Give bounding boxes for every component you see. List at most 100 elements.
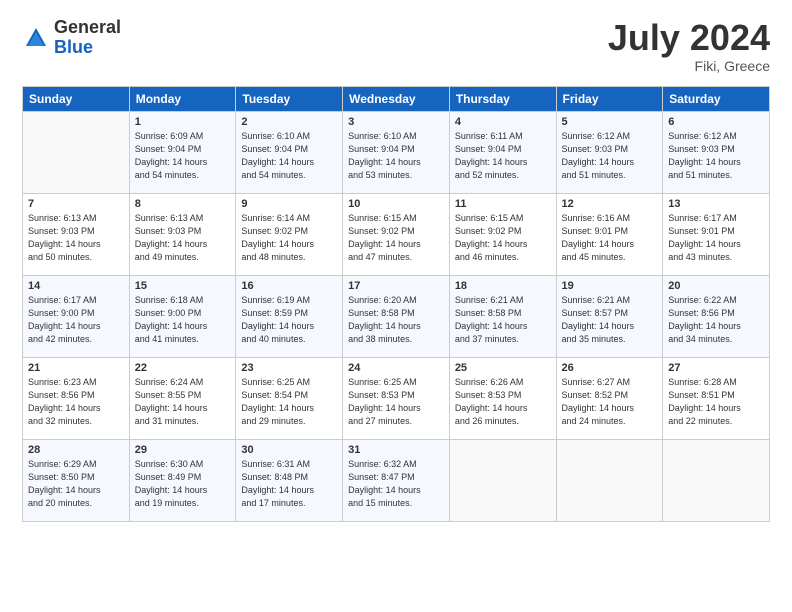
day-info: Sunrise: 6:28 AM Sunset: 8:51 PM Dayligh… (668, 376, 764, 428)
logo-general: General (54, 18, 121, 38)
day-number: 22 (135, 362, 231, 374)
day-info: Sunrise: 6:13 AM Sunset: 9:03 PM Dayligh… (28, 212, 124, 264)
day-number: 29 (135, 444, 231, 456)
day-info: Sunrise: 6:18 AM Sunset: 9:00 PM Dayligh… (135, 294, 231, 346)
day-info: Sunrise: 6:10 AM Sunset: 9:04 PM Dayligh… (241, 130, 337, 182)
day-number: 13 (668, 198, 764, 210)
day-info: Sunrise: 6:17 AM Sunset: 9:00 PM Dayligh… (28, 294, 124, 346)
day-info: Sunrise: 6:13 AM Sunset: 9:03 PM Dayligh… (135, 212, 231, 264)
day-number: 8 (135, 198, 231, 210)
day-number: 31 (348, 444, 444, 456)
day-number: 17 (348, 280, 444, 292)
day-number: 4 (455, 116, 551, 128)
month-title: July 2024 (608, 18, 770, 58)
calendar-cell (663, 439, 770, 521)
calendar-cell: 20 Sunrise: 6:22 AM Sunset: 8:56 PM Dayli… (663, 275, 770, 357)
day-info: Sunrise: 6:15 AM Sunset: 9:02 PM Dayligh… (455, 212, 551, 264)
calendar-cell: 1 Sunrise: 6:09 AM Sunset: 9:04 PM Daylig… (129, 111, 236, 193)
day-number: 25 (455, 362, 551, 374)
calendar-cell: 9 Sunrise: 6:14 AM Sunset: 9:02 PM Daylig… (236, 193, 343, 275)
logo: General Blue (22, 18, 121, 58)
calendar-cell: 7 Sunrise: 6:13 AM Sunset: 9:03 PM Daylig… (23, 193, 130, 275)
dow-header: Sunday (23, 86, 130, 111)
dow-header: Friday (556, 86, 663, 111)
day-info: Sunrise: 6:20 AM Sunset: 8:58 PM Dayligh… (348, 294, 444, 346)
calendar-cell: 11 Sunrise: 6:15 AM Sunset: 9:02 PM Dayli… (449, 193, 556, 275)
day-number: 21 (28, 362, 124, 374)
day-number: 11 (455, 198, 551, 210)
calendar-cell: 21 Sunrise: 6:23 AM Sunset: 8:56 PM Dayli… (23, 357, 130, 439)
day-number: 18 (455, 280, 551, 292)
day-info: Sunrise: 6:17 AM Sunset: 9:01 PM Dayligh… (668, 212, 764, 264)
day-info: Sunrise: 6:25 AM Sunset: 8:54 PM Dayligh… (241, 376, 337, 428)
calendar-cell (449, 439, 556, 521)
calendar-cell: 24 Sunrise: 6:25 AM Sunset: 8:53 PM Dayli… (343, 357, 450, 439)
day-info: Sunrise: 6:26 AM Sunset: 8:53 PM Dayligh… (455, 376, 551, 428)
calendar-cell: 17 Sunrise: 6:20 AM Sunset: 8:58 PM Dayli… (343, 275, 450, 357)
day-info: Sunrise: 6:14 AM Sunset: 9:02 PM Dayligh… (241, 212, 337, 264)
title-block: July 2024 Fiki, Greece (608, 18, 770, 74)
dow-header: Wednesday (343, 86, 450, 111)
day-info: Sunrise: 6:22 AM Sunset: 8:56 PM Dayligh… (668, 294, 764, 346)
calendar-cell: 31 Sunrise: 6:32 AM Sunset: 8:47 PM Dayli… (343, 439, 450, 521)
calendar-cell: 13 Sunrise: 6:17 AM Sunset: 9:01 PM Dayli… (663, 193, 770, 275)
calendar-cell: 5Sunrise: 6:12 AM Sunset: 9:03 PM Daylig… (556, 111, 663, 193)
day-number: 26 (562, 362, 658, 374)
calendar-cell (556, 439, 663, 521)
calendar-cell: 22Sunrise: 6:24 AM Sunset: 8:55 PM Dayli… (129, 357, 236, 439)
calendar-cell: 19Sunrise: 6:21 AM Sunset: 8:57 PM Dayli… (556, 275, 663, 357)
day-number: 16 (241, 280, 337, 292)
calendar-cell (23, 111, 130, 193)
day-number: 14 (28, 280, 124, 292)
day-info: Sunrise: 6:15 AM Sunset: 9:02 PM Dayligh… (348, 212, 444, 264)
calendar-cell: 8 Sunrise: 6:13 AM Sunset: 9:03 PM Daylig… (129, 193, 236, 275)
dow-header: Saturday (663, 86, 770, 111)
calendar-cell: 18 Sunrise: 6:21 AM Sunset: 8:58 PM Dayli… (449, 275, 556, 357)
page: General Blue July 2024 Fiki, Greece Sund… (0, 0, 792, 536)
day-number: 12 (562, 198, 658, 210)
header: General Blue July 2024 Fiki, Greece (22, 18, 770, 74)
day-number: 7 (28, 198, 124, 210)
day-info: Sunrise: 6:09 AM Sunset: 9:04 PM Dayligh… (135, 130, 231, 182)
calendar-table: SundayMondayTuesdayWednesdayThursdayFrid… (22, 86, 770, 522)
day-info: Sunrise: 6:21 AM Sunset: 8:58 PM Dayligh… (455, 294, 551, 346)
calendar-cell: 25 Sunrise: 6:26 AM Sunset: 8:53 PM Dayli… (449, 357, 556, 439)
day-info: Sunrise: 6:31 AM Sunset: 8:48 PM Dayligh… (241, 458, 337, 510)
day-number: 15 (135, 280, 231, 292)
day-info: Sunrise: 6:16 AM Sunset: 9:01 PM Dayligh… (562, 212, 658, 264)
logo-blue: Blue (54, 38, 121, 58)
day-info: Sunrise: 6:23 AM Sunset: 8:56 PM Dayligh… (28, 376, 124, 428)
calendar-cell: 28Sunrise: 6:29 AM Sunset: 8:50 PM Dayli… (23, 439, 130, 521)
calendar-cell: 6 Sunrise: 6:12 AM Sunset: 9:03 PM Daylig… (663, 111, 770, 193)
day-info: Sunrise: 6:19 AM Sunset: 8:59 PM Dayligh… (241, 294, 337, 346)
day-number: 2 (241, 116, 337, 128)
calendar-cell: 26 Sunrise: 6:27 AM Sunset: 8:52 PM Dayli… (556, 357, 663, 439)
dow-header: Thursday (449, 86, 556, 111)
calendar-cell: 30Sunrise: 6:31 AM Sunset: 8:48 PM Dayli… (236, 439, 343, 521)
calendar-cell: 23 Sunrise: 6:25 AM Sunset: 8:54 PM Dayli… (236, 357, 343, 439)
calendar-cell: 2 Sunrise: 6:10 AM Sunset: 9:04 PM Daylig… (236, 111, 343, 193)
calendar-cell: 10Sunrise: 6:15 AM Sunset: 9:02 PM Dayli… (343, 193, 450, 275)
day-info: Sunrise: 6:10 AM Sunset: 9:04 PM Dayligh… (348, 130, 444, 182)
calendar-cell: 3Sunrise: 6:10 AM Sunset: 9:04 PM Daylig… (343, 111, 450, 193)
day-info: Sunrise: 6:11 AM Sunset: 9:04 PM Dayligh… (455, 130, 551, 182)
calendar-cell: 29Sunrise: 6:30 AM Sunset: 8:49 PM Dayli… (129, 439, 236, 521)
day-number: 1 (135, 116, 231, 128)
day-number: 28 (28, 444, 124, 456)
day-info: Sunrise: 6:12 AM Sunset: 9:03 PM Dayligh… (668, 130, 764, 182)
day-number: 24 (348, 362, 444, 374)
day-info: Sunrise: 6:25 AM Sunset: 8:53 PM Dayligh… (348, 376, 444, 428)
calendar-cell: 14 Sunrise: 6:17 AM Sunset: 9:00 PM Dayli… (23, 275, 130, 357)
day-number: 6 (668, 116, 764, 128)
calendar-cell: 4 Sunrise: 6:11 AM Sunset: 9:04 PM Daylig… (449, 111, 556, 193)
day-number: 23 (241, 362, 337, 374)
day-info: Sunrise: 6:32 AM Sunset: 8:47 PM Dayligh… (348, 458, 444, 510)
location: Fiki, Greece (608, 58, 770, 74)
dow-header: Tuesday (236, 86, 343, 111)
calendar-cell: 16 Sunrise: 6:19 AM Sunset: 8:59 PM Dayli… (236, 275, 343, 357)
day-info: Sunrise: 6:27 AM Sunset: 8:52 PM Dayligh… (562, 376, 658, 428)
day-number: 27 (668, 362, 764, 374)
day-number: 20 (668, 280, 764, 292)
logo-icon (22, 24, 50, 52)
day-number: 9 (241, 198, 337, 210)
